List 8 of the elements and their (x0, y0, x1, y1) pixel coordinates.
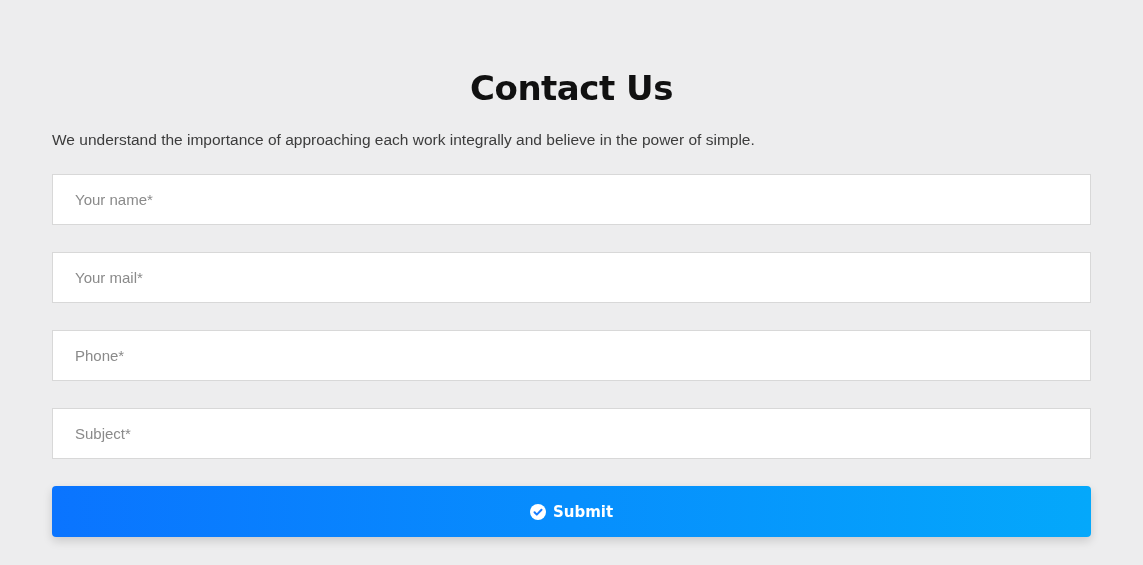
check-circle-icon (529, 503, 546, 520)
submit-button[interactable]: Submit (52, 486, 1091, 537)
page-title: Contact Us (469, 67, 674, 110)
input-field[interactable]: Your mail* (52, 252, 1091, 303)
input-field[interactable]: Subject* (52, 408, 1091, 459)
input-field[interactable]: Your name* (52, 174, 1091, 225)
input-field[interactable]: Phone* (52, 330, 1091, 381)
intro-text: We understand the importance of approaching each work integrally and believe in the power of simple. (52, 130, 756, 150)
